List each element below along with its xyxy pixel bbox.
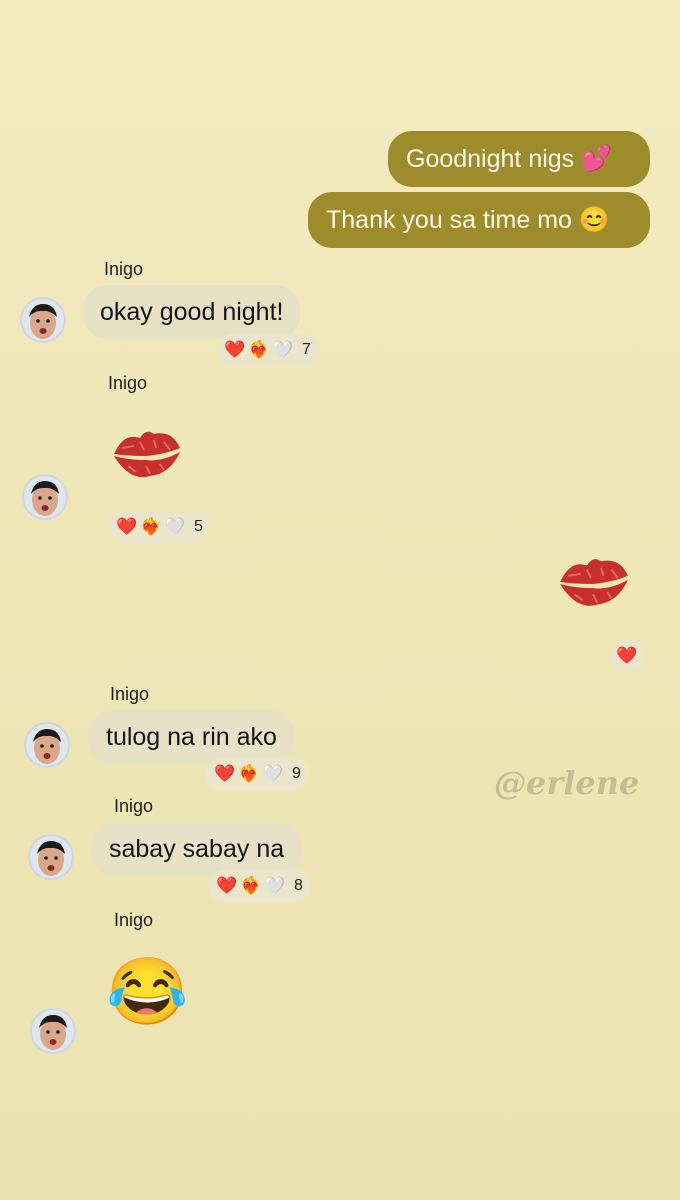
sender-name: Inigo bbox=[108, 373, 148, 393]
message-text: okay good night! bbox=[100, 298, 284, 326]
message-text: Goodnight nigs 💕 bbox=[406, 145, 613, 173]
sender-name: Inigo bbox=[114, 910, 154, 930]
incoming-message[interactable]: okay good night! bbox=[82, 285, 302, 339]
face-icon bbox=[33, 729, 61, 764]
face-icon bbox=[29, 304, 57, 339]
avatar[interactable] bbox=[20, 297, 66, 343]
sender-name: Inigo bbox=[110, 684, 150, 704]
message-text: Thank you sa time mo 😊 bbox=[326, 206, 611, 234]
white-heart-reaction-icon: 🤍 bbox=[262, 764, 284, 783]
face-icon bbox=[31, 481, 59, 516]
heart-reaction-icon: ❤️ bbox=[116, 517, 138, 536]
heart-reaction-icon: ❤️ bbox=[224, 340, 246, 359]
reaction-bar[interactable]: ❤️ ❤️‍🔥 🤍 9 bbox=[206, 758, 309, 790]
face-icon bbox=[37, 841, 65, 876]
avatar[interactable] bbox=[30, 1008, 76, 1054]
heart-on-fire-reaction-icon: ❤️‍🔥 bbox=[248, 340, 270, 359]
tears-of-joy-emoji[interactable]: 😂 bbox=[106, 952, 188, 1030]
reaction-bar[interactable]: ❤️ ❤️‍🔥 🤍 5 bbox=[108, 511, 211, 543]
incoming-message[interactable]: sabay sabay na bbox=[91, 822, 303, 876]
message-text: sabay sabay na bbox=[109, 835, 285, 863]
outgoing-message[interactable]: Goodnight nigs 💕 bbox=[388, 131, 650, 187]
incoming-message[interactable]: tulog na rin ako bbox=[88, 710, 295, 764]
reaction-count: 8 bbox=[294, 877, 303, 894]
reaction-count: 9 bbox=[292, 765, 301, 782]
white-heart-reaction-icon: 🤍 bbox=[164, 517, 186, 536]
face-icon bbox=[39, 1015, 67, 1050]
heart-reaction-icon: ❤️ bbox=[216, 876, 238, 895]
reaction-count: 5 bbox=[194, 518, 203, 535]
reaction-bar[interactable]: ❤️ ❤️‍🔥 🤍 8 bbox=[208, 870, 311, 902]
heart-on-fire-reaction-icon: ❤️‍🔥 bbox=[140, 517, 162, 536]
heart-on-fire-reaction-icon: ❤️‍🔥 bbox=[238, 764, 260, 783]
outgoing-message[interactable]: Thank you sa time mo 😊 bbox=[308, 192, 650, 248]
message-text: tulog na rin ako bbox=[106, 723, 277, 751]
heart-reaction-icon: ❤️ bbox=[214, 764, 236, 783]
sender-name: Inigo bbox=[114, 796, 154, 816]
reaction-bar[interactable]: ❤️ bbox=[610, 640, 644, 672]
heart-on-fire-reaction-icon: ❤️‍🔥 bbox=[240, 876, 262, 895]
reaction-bar[interactable]: ❤️ ❤️‍🔥 🤍 7 bbox=[216, 334, 319, 366]
heart-reaction-icon: ❤️ bbox=[616, 646, 638, 665]
sender-name: Inigo bbox=[104, 259, 144, 279]
white-heart-reaction-icon: 🤍 bbox=[264, 876, 286, 895]
watermark: @erlene bbox=[494, 764, 640, 802]
reaction-count: 7 bbox=[302, 341, 311, 358]
avatar[interactable] bbox=[24, 722, 70, 768]
avatar[interactable] bbox=[22, 474, 68, 520]
white-heart-reaction-icon: 🤍 bbox=[272, 340, 294, 359]
kiss-mark-icon[interactable] bbox=[556, 551, 630, 615]
avatar[interactable] bbox=[28, 834, 74, 880]
kiss-mark-icon[interactable] bbox=[110, 424, 182, 486]
